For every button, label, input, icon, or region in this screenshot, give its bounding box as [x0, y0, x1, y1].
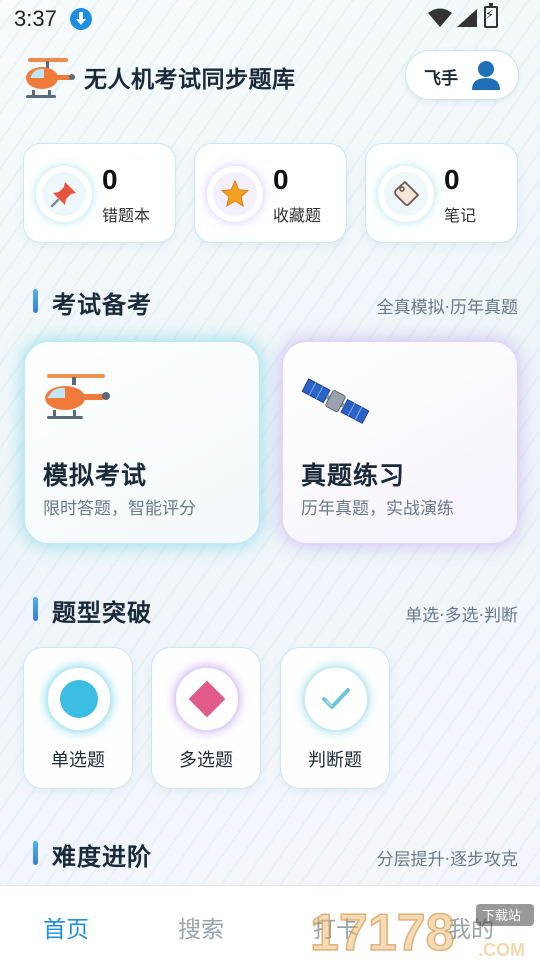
app-header: 无人机考试同步题库 飞手 — [0, 48, 540, 108]
status-bar: 3:37 — [0, 0, 540, 40]
stat-value: 0 — [444, 164, 460, 195]
star-icon — [220, 179, 250, 208]
satellite-icon — [301, 378, 370, 424]
stat-value: 0 — [273, 164, 289, 195]
mock-exam-card[interactable]: 模拟考试 限时答题，智能评分 — [23, 340, 261, 545]
section-title: 题型突破 — [52, 599, 152, 627]
exam-card-desc: 历年真题，实战演练 — [301, 499, 454, 519]
true-false-check-icon — [322, 688, 350, 709]
app-logo-helicopter-icon — [26, 58, 75, 98]
section-header-difficulty: 难度进阶 分层提升·逐步攻克 — [0, 835, 540, 875]
true-false-card[interactable]: 判断题 — [280, 647, 390, 789]
stat-icon-ring — [378, 166, 434, 222]
status-time: 3:37 — [14, 6, 57, 31]
stat-card-favorites[interactable]: 0 收藏题 — [194, 143, 347, 243]
exam-card-desc: 限时答题，智能评分 — [43, 499, 196, 519]
site-watermark-logo: 17178 .COM 下载站 — [310, 903, 534, 960]
signal-icon — [457, 9, 477, 27]
multi-choice-card[interactable]: 多选题 — [151, 647, 261, 789]
section-accent-bar — [33, 289, 38, 313]
svg-text:.COM: .COM — [478, 940, 525, 960]
stat-label: 收藏题 — [273, 206, 322, 225]
stat-icon-ring — [207, 166, 263, 222]
type-label: 单选题 — [51, 750, 105, 771]
section-title: 难度进阶 — [52, 843, 152, 871]
section-subtitle: 分层提升·逐步攻克 — [376, 850, 518, 870]
section-accent-bar — [33, 841, 38, 865]
type-label: 多选题 — [179, 750, 233, 771]
type-label: 判断题 — [308, 750, 362, 771]
pushpin-icon — [50, 182, 76, 208]
single-choice-card[interactable]: 单选题 — [23, 647, 133, 789]
past-papers-card[interactable]: 真题练习 历年真题，实战演练 — [281, 340, 519, 545]
battery-icon — [484, 3, 498, 28]
section-header-exam: 考试备考 全真模拟·历年真题 — [0, 283, 540, 323]
type-icon-ring — [174, 666, 240, 732]
type-icon-ring — [46, 666, 112, 732]
section-subtitle: 全真模拟·历年真题 — [376, 298, 518, 318]
svg-text:下载站: 下载站 — [482, 909, 521, 924]
multi-choice-diamond-icon — [188, 680, 226, 718]
stat-label: 笔记 — [444, 206, 477, 225]
section-subtitle: 单选·多选·判断 — [405, 606, 518, 626]
helicopter-icon — [45, 374, 110, 419]
wifi-icon — [428, 8, 452, 27]
section-accent-bar — [33, 597, 38, 621]
nav-home[interactable]: 首页 — [43, 910, 89, 944]
svg-text:17178: 17178 — [310, 904, 455, 960]
user-avatar-icon — [472, 61, 500, 90]
exam-card-title: 模拟考试 — [43, 461, 148, 490]
stat-label: 错题本 — [102, 206, 151, 225]
section-header-types: 题型突破 单选·多选·判断 — [0, 591, 540, 631]
type-icon-ring — [303, 666, 369, 732]
stat-card-wrong-book[interactable]: 0 错题本 — [23, 143, 176, 243]
download-icon — [70, 8, 92, 30]
stat-icon-ring — [36, 166, 92, 222]
stat-card-notes[interactable]: 0 笔记 — [365, 143, 518, 243]
app-title: 无人机考试同步题库 — [84, 67, 296, 93]
nav-search[interactable]: 搜索 — [178, 910, 224, 944]
user-name: 飞手 — [424, 69, 458, 89]
user-profile-button[interactable]: 飞手 — [405, 50, 519, 100]
note-tag-icon — [394, 180, 420, 206]
exam-card-title: 真题练习 — [301, 461, 406, 490]
section-title: 考试备考 — [52, 291, 152, 319]
stat-value: 0 — [102, 164, 118, 195]
single-choice-circle-icon — [60, 680, 98, 718]
